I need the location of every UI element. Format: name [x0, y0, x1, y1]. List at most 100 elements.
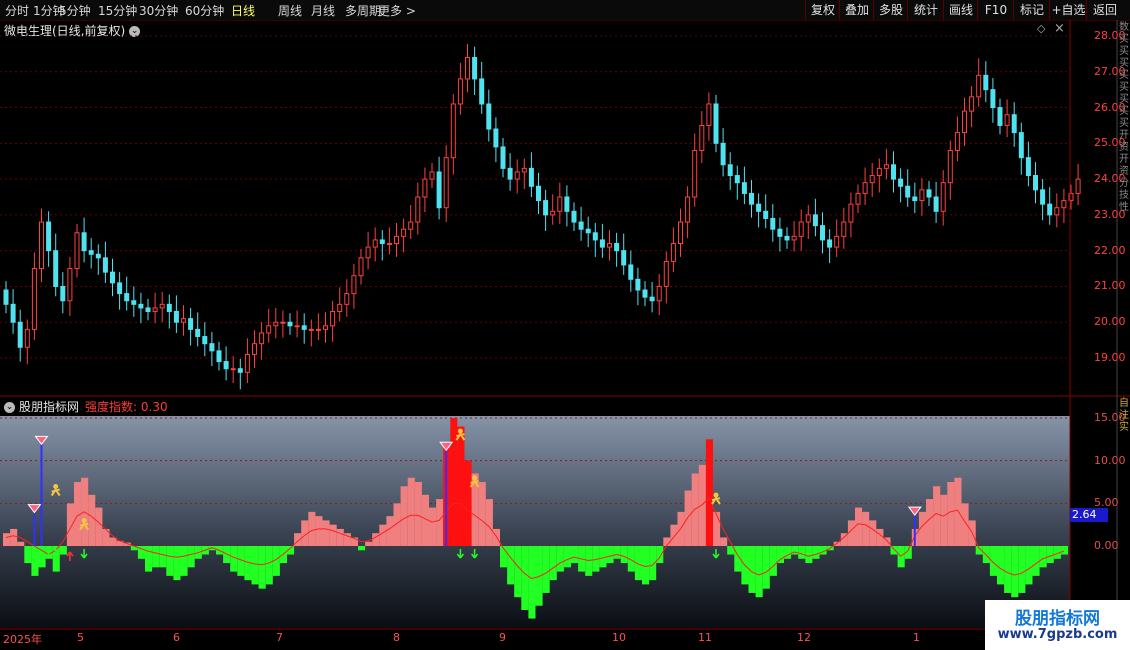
period-tab[interactable]: 60分钟 — [185, 2, 224, 19]
tool-button[interactable]: F10 — [977, 0, 1014, 20]
candle-body — [663, 260, 669, 287]
candle-body — [557, 196, 563, 212]
candle-body — [273, 321, 279, 327]
strength-bar — [741, 546, 749, 585]
period-tab[interactable]: 周线 — [278, 2, 302, 19]
chevron-down-icon[interactable]: ⌄ — [129, 26, 141, 37]
candle-body — [1061, 200, 1067, 209]
strength-bar — [947, 482, 955, 546]
candle-body — [656, 285, 662, 302]
candle-body — [564, 196, 570, 212]
main-chart-title[interactable]: 微电生理(日线,前复权) ⌄ — [4, 22, 141, 39]
strength-bar — [52, 546, 60, 572]
candle-body — [777, 228, 783, 237]
strength-bar — [10, 528, 18, 546]
strength-bar — [66, 503, 74, 546]
candle-body — [727, 164, 733, 177]
strength-bar — [833, 541, 841, 546]
candle-body — [429, 171, 435, 180]
candle-body — [983, 74, 989, 91]
candle-body — [1040, 189, 1046, 205]
strength-bar — [911, 528, 919, 546]
candle-body — [60, 285, 66, 302]
tool-button[interactable]: 画线 — [943, 0, 978, 20]
strength-bar — [705, 439, 713, 546]
indicator-tick-label: 10.00 — [1094, 453, 1126, 467]
candle-body — [152, 307, 158, 312]
candle-body — [685, 196, 691, 223]
arrow-down-icon — [471, 549, 479, 559]
candle-body — [699, 124, 705, 151]
candle-body — [95, 253, 101, 259]
strength-bar — [847, 520, 855, 546]
candle-body — [919, 189, 925, 202]
period-tab[interactable]: 更多 > — [378, 2, 416, 19]
strength-bar — [904, 546, 912, 559]
candle-body — [53, 250, 59, 287]
candle-body — [223, 361, 229, 370]
tool-button[interactable]: 多股 — [873, 0, 908, 20]
strength-bar — [24, 546, 32, 564]
candle-body — [883, 164, 889, 169]
strength-bar — [897, 546, 905, 568]
close-icon[interactable]: × — [1054, 21, 1065, 36]
strength-bar — [173, 546, 181, 581]
period-tab[interactable]: 日线 — [231, 2, 255, 19]
strength-bar — [698, 464, 706, 546]
candle-body — [372, 239, 378, 248]
strength-bar — [208, 546, 216, 551]
candle-body — [301, 325, 307, 330]
period-tab[interactable]: 月线 — [311, 2, 335, 19]
candle-body — [294, 325, 300, 328]
strength-bar — [443, 447, 451, 546]
gem-marker-icon — [439, 441, 454, 452]
price-tick-label: 19.00 — [1094, 351, 1126, 364]
diamond-icon[interactable]: ◇ — [1037, 22, 1045, 35]
period-tab[interactable]: 多周期 — [345, 2, 381, 19]
tool-button[interactable]: 统计 — [907, 0, 944, 20]
strength-bar — [883, 537, 891, 546]
candle-body — [173, 310, 179, 323]
chart-canvas[interactable] — [0, 0, 1130, 650]
tool-button[interactable]: 标记 — [1013, 0, 1050, 20]
tool-button[interactable]: 返回 — [1086, 0, 1123, 20]
strength-bar — [500, 546, 508, 568]
arrow-down-icon — [45, 549, 53, 559]
strength-bar — [350, 537, 358, 546]
chevron-down-icon[interactable]: ⌄ — [4, 402, 15, 413]
candle-body — [898, 178, 904, 187]
period-tab[interactable]: 分时 — [5, 2, 29, 19]
candle-body — [10, 303, 16, 323]
indicator-title[interactable]: ⌄ 股朋指标网 强度指数: 0.30 — [4, 398, 168, 415]
strength-bar — [989, 546, 997, 576]
candle-body — [166, 303, 172, 312]
tool-button[interactable]: 叠加 — [839, 0, 874, 20]
strength-bar — [571, 546, 579, 564]
strength-bar — [514, 546, 522, 598]
strength-bar — [201, 546, 209, 555]
candle-body — [592, 232, 598, 241]
arrow-down-icon — [52, 549, 60, 559]
candle-body — [379, 239, 385, 245]
strength-bar — [663, 537, 671, 546]
candle-body — [117, 282, 123, 295]
candle-body — [188, 318, 194, 330]
tool-button[interactable]: 复权 — [805, 0, 840, 20]
strength-bar — [294, 533, 302, 546]
period-tab[interactable]: 15分钟 — [98, 2, 137, 19]
strength-bar — [152, 546, 160, 568]
period-tab[interactable]: 30分钟 — [139, 2, 178, 19]
candle-body — [266, 325, 272, 334]
tool-button[interactable]: +自选 — [1049, 0, 1087, 20]
strength-bar — [386, 516, 394, 546]
candle-body — [159, 303, 165, 309]
strength-bar — [237, 546, 245, 576]
candle-body — [855, 192, 861, 205]
period-tab[interactable]: 5分钟 — [59, 2, 91, 19]
candle-body — [607, 243, 612, 248]
candle-body — [457, 78, 463, 105]
candle-body — [358, 257, 364, 277]
strength-bar — [933, 486, 941, 546]
strength-bar — [230, 546, 238, 572]
candle-body — [962, 110, 967, 134]
